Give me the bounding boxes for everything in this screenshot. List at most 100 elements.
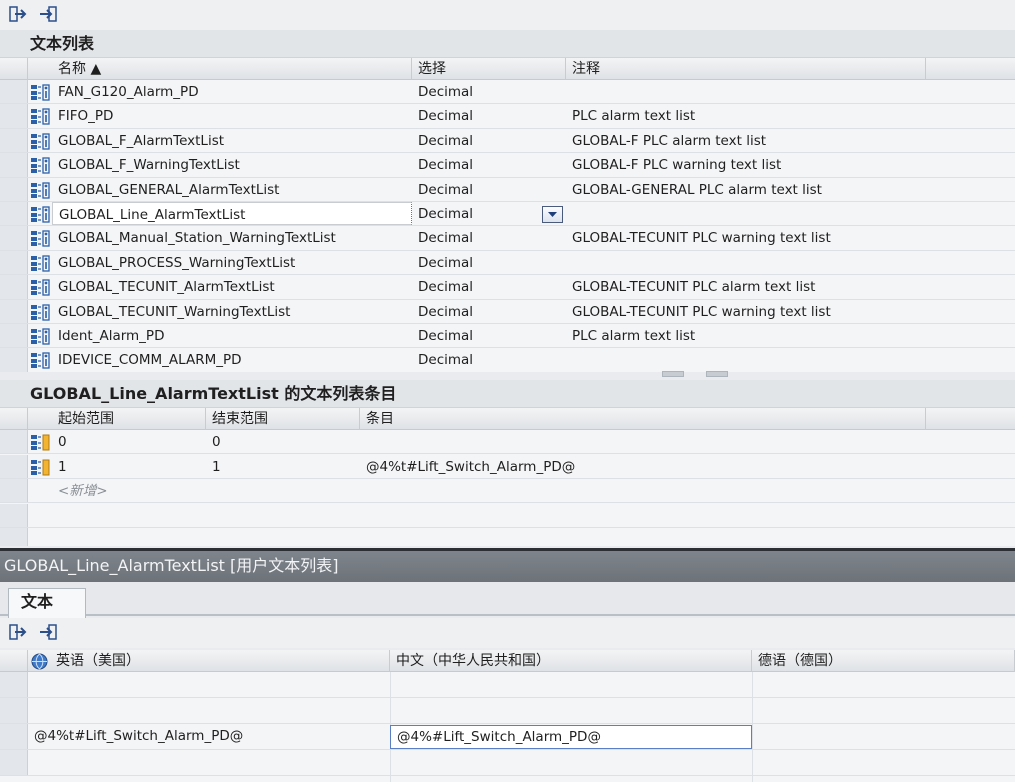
table-row[interactable]: GLOBAL_Manual_Station_WarningTextList Dec… [0, 226, 1015, 251]
text-list-icon [30, 181, 50, 199]
text-list-name[interactable]: FAN_G120_Alarm_PD [52, 80, 412, 103]
text-list-icon [30, 84, 50, 101]
text-list-comment[interactable] [566, 348, 926, 371]
col-end-range[interactable]: 结束范围 [206, 408, 360, 430]
editor-add-row-icon[interactable] [38, 622, 58, 642]
entry-text[interactable]: @4%t#Lift_Switch_Alarm_PD@ [360, 455, 926, 478]
language-grid: 英语（美国） 中文（中华人民共和国） 德语（德国） @4%t#Lift_Swit… [0, 650, 1015, 782]
text-list-comment[interactable]: GLOBAL-TECUNIT PLC alarm text list [566, 275, 926, 298]
row-header[interactable] [0, 104, 28, 128]
text-list-comment[interactable] [566, 202, 926, 225]
splitter-handle-right[interactable] [706, 371, 728, 377]
text-list-selection[interactable]: Decimal [412, 324, 566, 347]
text-list-comment[interactable] [566, 80, 926, 103]
text-list-name[interactable]: GLOBAL_Line_AlarmTextList [52, 202, 412, 226]
selection-dropdown-button[interactable] [542, 206, 563, 223]
entry-icon [30, 434, 50, 451]
row-header[interactable] [0, 324, 28, 348]
row-header[interactable] [0, 250, 28, 275]
row-header[interactable] [0, 226, 28, 250]
text-list-name[interactable]: GLOBAL_F_WarningTextList [52, 153, 412, 176]
col-comment[interactable]: 注释 [566, 58, 926, 80]
table-row[interactable]: GLOBAL_F_AlarmTextList Decimal GLOBAL-F PL… [0, 128, 1015, 154]
add-row-icon[interactable] [38, 4, 58, 24]
entry-text[interactable] [360, 430, 926, 453]
text-list-selection[interactable]: Decimal [412, 178, 566, 201]
row-header[interactable] [0, 128, 28, 153]
text-list-selection[interactable]: Decimal [412, 80, 566, 103]
row-header[interactable] [0, 454, 28, 478]
text-list-comment[interactable]: GLOBAL-F PLC alarm text list [566, 129, 926, 152]
text-lists-grid: 名称 ▲ 选择 注释 FAN_G120_Alarm_PD Decimal FIFO_… [0, 58, 1015, 372]
add-new-row[interactable]: <新增> [0, 479, 1015, 504]
row-header[interactable] [0, 275, 28, 299]
row-header[interactable] [0, 80, 28, 104]
text-list-name[interactable]: IDEVICE_COMM_ALARM_PD [52, 348, 412, 371]
table-row[interactable]: IDEVICE_COMM_ALARM_PD Decimal [0, 348, 1015, 372]
table-row[interactable]: 00 [0, 430, 1015, 455]
table-row[interactable]: FAN_G120_Alarm_PD Decimal [0, 80, 1015, 105]
text-list-comment[interactable]: GLOBAL-F PLC warning text list [566, 153, 926, 176]
text-list-name[interactable]: GLOBAL_F_AlarmTextList [52, 129, 412, 152]
table-row[interactable]: GLOBAL_GENERAL_AlarmTextList Decimal GLOBA… [0, 177, 1015, 202]
text-list-selection[interactable]: Decimal [412, 348, 566, 371]
table-row[interactable]: 1 1 @4%t#Lift_Switch_Alarm_PD@ [0, 454, 1015, 479]
text-list-comment[interactable]: GLOBAL-GENERAL PLC alarm text list [566, 178, 926, 201]
text-list-name[interactable]: GLOBAL_TECUNIT_AlarmTextList [52, 275, 412, 298]
table-row[interactable]: Ident_Alarm_PD Decimal PLC alarm text list [0, 324, 1015, 349]
insert-row-icon[interactable] [8, 4, 28, 24]
text-list-selection[interactable]: Decimal [412, 226, 566, 249]
text-list-name[interactable]: GLOBAL_GENERAL_AlarmTextList [52, 178, 412, 201]
entry-start[interactable]: 1 [52, 455, 206, 478]
add-new-placeholder[interactable]: <新增> [52, 479, 206, 502]
tab-text[interactable]: 文本 [8, 588, 86, 618]
row-header[interactable] [0, 299, 28, 323]
col-english[interactable]: 英语（美国） [28, 650, 390, 672]
text-list-name[interactable]: GLOBAL_Manual_Station_WarningTextList [52, 226, 412, 249]
col-name[interactable]: 名称 ▲ [52, 58, 412, 80]
row-header [0, 503, 28, 527]
text-list-name[interactable]: GLOBAL_TECUNIT_WarningTextList [52, 300, 412, 323]
splitter-handle-left[interactable] [662, 371, 684, 377]
text-list-icon [30, 255, 50, 272]
row-header[interactable] [0, 202, 28, 226]
text-list-name[interactable]: Ident_Alarm_PD [52, 324, 412, 347]
text-list-comment[interactable]: PLC alarm text list [566, 324, 926, 347]
entry-start[interactable]: 0 [52, 430, 206, 453]
english-text-cell[interactable]: @4%t#Lift_Switch_Alarm_PD@ [28, 724, 388, 749]
row-header[interactable] [0, 430, 28, 454]
text-list-comment[interactable] [566, 251, 926, 274]
row-header[interactable] [0, 153, 28, 177]
table-row[interactable]: GLOBAL_F_WarningTextList Decimal GLOBAL-F … [0, 153, 1015, 178]
editor-insert-row-icon[interactable] [8, 622, 28, 642]
table-row[interactable]: GLOBAL_TECUNIT_WarningTextList Decimal GLO… [0, 299, 1015, 324]
text-list-icon [30, 108, 50, 126]
text-list-selection[interactable]: Decimal [412, 300, 566, 323]
table-row[interactable]: GLOBAL_PROCESS_WarningTextList Decimal [0, 250, 1015, 276]
table-row[interactable]: FIFO_PD Decimal PLC alarm text list [0, 104, 1015, 129]
table-row[interactable]: GLOBAL_Line_AlarmTextList Decimal [0, 202, 1015, 227]
row-header[interactable] [0, 348, 28, 372]
entry-end[interactable]: 0 [206, 430, 360, 453]
text-list-selection[interactable]: Decimal [412, 153, 566, 176]
text-list-name[interactable]: GLOBAL_PROCESS_WarningTextList [52, 251, 412, 274]
col-german[interactable]: 德语（德国） [752, 650, 1015, 672]
col-start-range[interactable]: 起始范围 [52, 408, 206, 430]
text-list-comment[interactable]: GLOBAL-TECUNIT PLC warning text list [566, 226, 926, 249]
text-list-selection[interactable]: Decimal [412, 104, 566, 127]
col-selection[interactable]: 选择 [412, 58, 566, 80]
text-list-icon [30, 303, 50, 321]
table-row[interactable]: GLOBAL_TECUNIT_AlarmTextList Decimal GLOBA… [0, 275, 1015, 300]
text-list-selection[interactable]: Decimal [412, 129, 566, 152]
col-chinese[interactable]: 中文（中华人民共和国） [390, 650, 752, 672]
text-list-selection[interactable]: Decimal [412, 275, 566, 298]
entry-end[interactable]: 1 [206, 455, 360, 478]
text-list-comment[interactable]: GLOBAL-TECUNIT PLC warning text list [566, 300, 926, 323]
chinese-text-input[interactable]: @4%#Lift_Switch_Alarm_PD@ [390, 725, 752, 749]
col-entry[interactable]: 条目 [360, 408, 926, 430]
editor-tabstrip: 文本 [0, 582, 1015, 618]
text-list-selection[interactable]: Decimal [412, 251, 566, 274]
text-list-comment[interactable]: PLC alarm text list [566, 104, 926, 127]
row-header[interactable] [0, 177, 28, 201]
text-list-name[interactable]: FIFO_PD [52, 104, 412, 127]
